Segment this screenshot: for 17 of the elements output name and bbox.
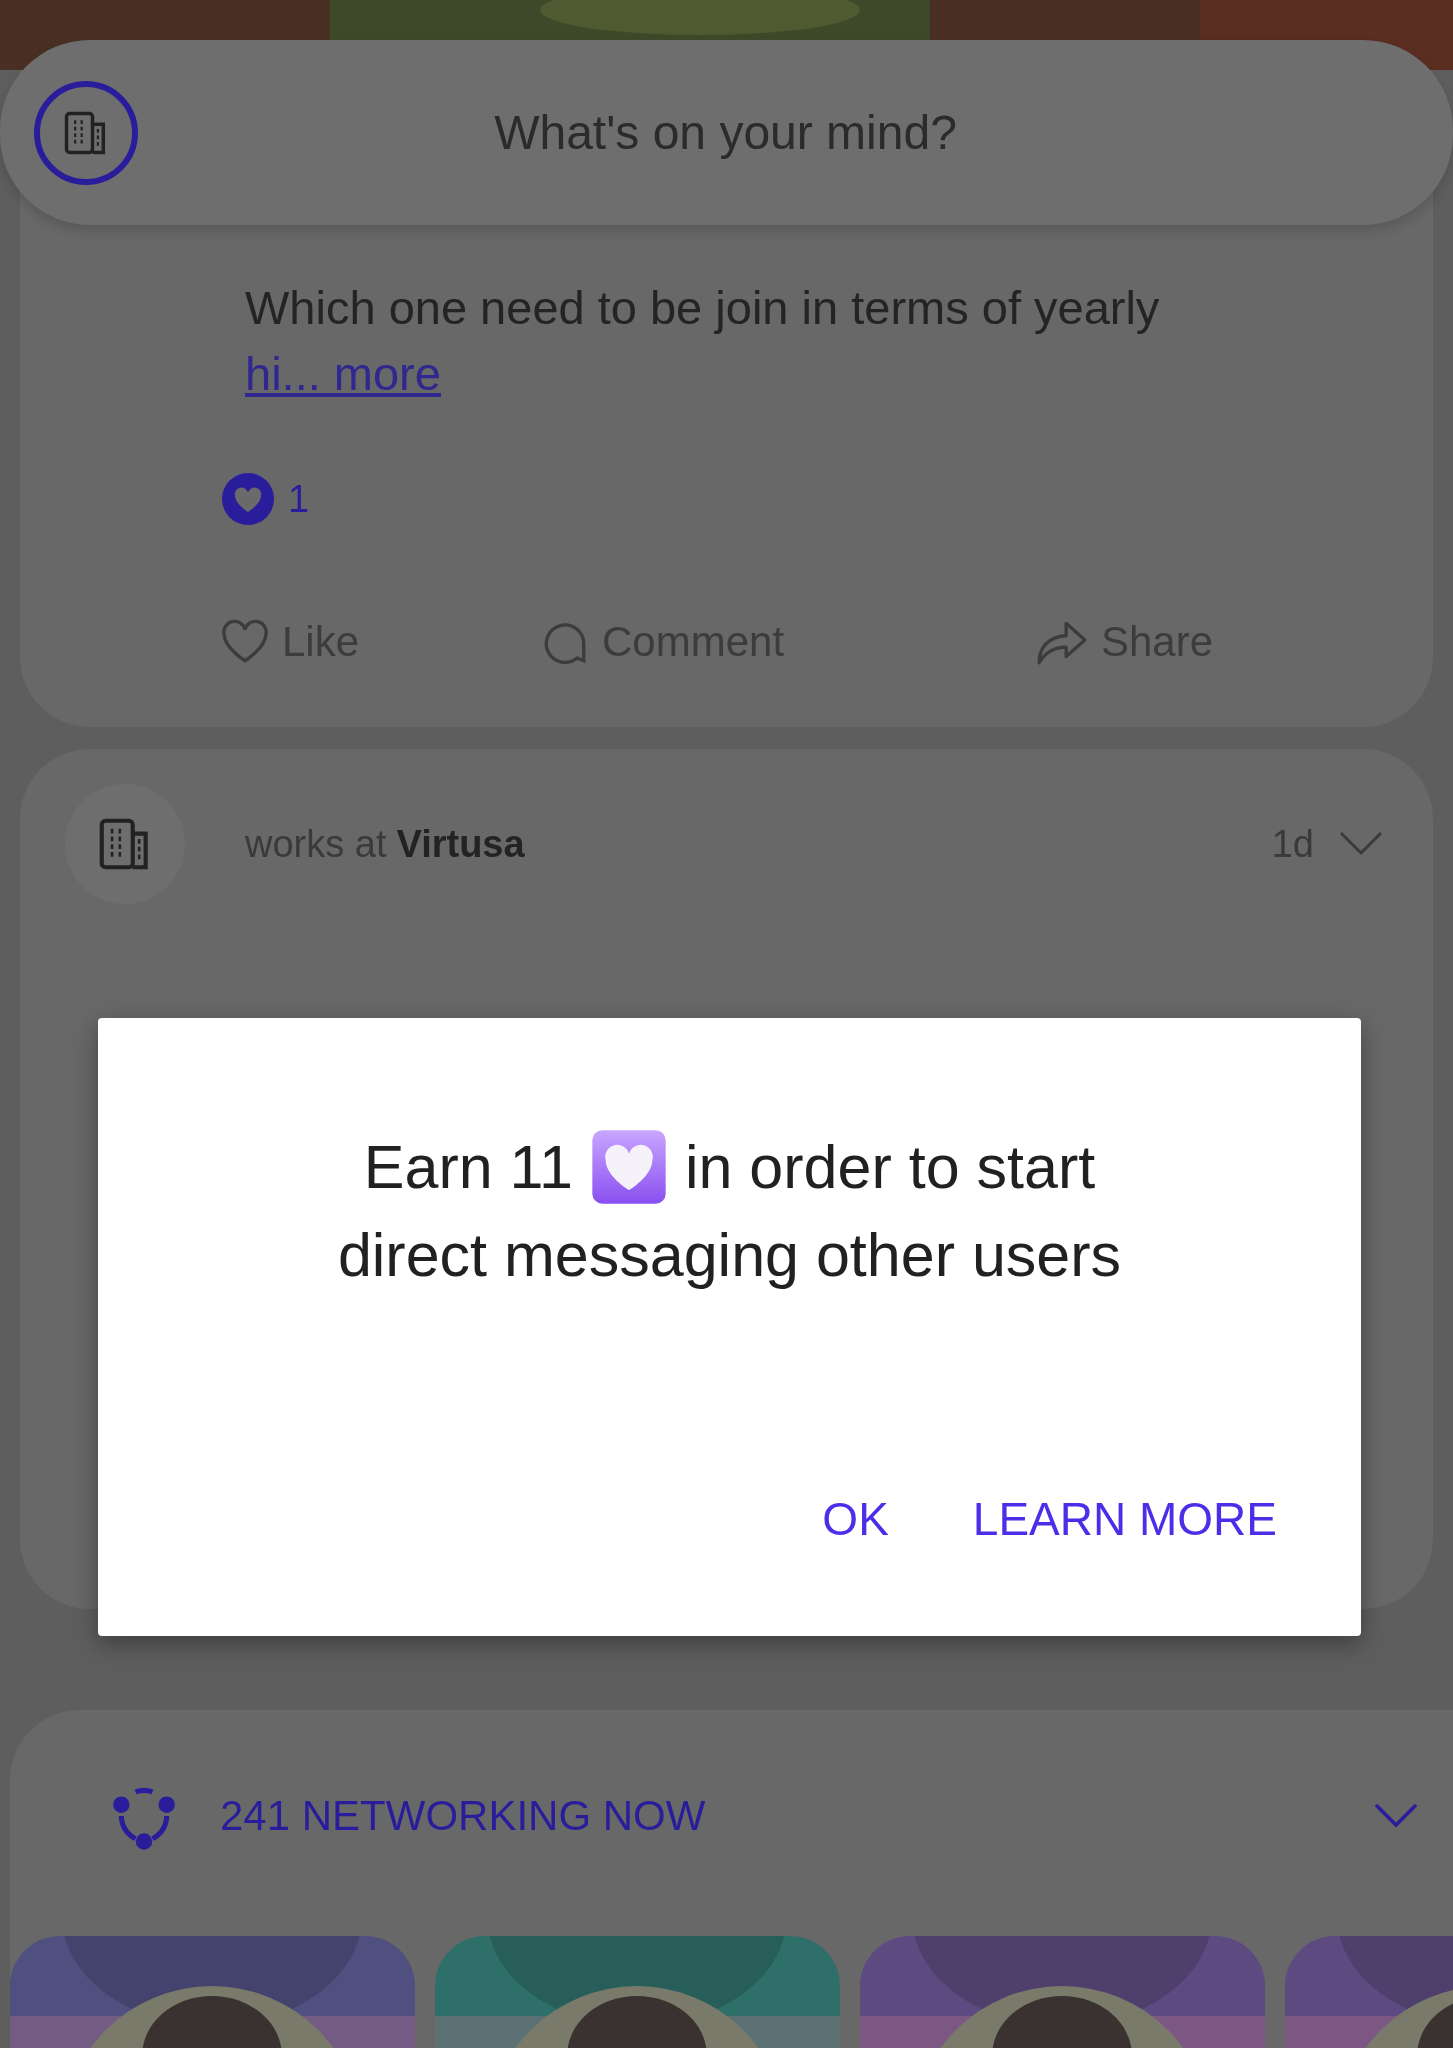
composer-placeholder: What's on your mind? — [493, 105, 958, 160]
heart-icon — [220, 619, 270, 665]
composer-bar[interactable]: What's on your mind? — [0, 40, 1453, 225]
networking-title: 241 NETWORKING NOW — [220, 1792, 706, 1840]
reaction-count: 1 — [288, 477, 310, 521]
share-arrow-icon — [1035, 619, 1089, 665]
dialog-button[interactable]: LEARN MORE — [948, 1482, 1301, 1556]
chevron-down-icon[interactable] — [1339, 831, 1383, 857]
post-text: Which one need to be join in terms of yearly — [244, 280, 1161, 336]
heart-badge-icon — [222, 473, 274, 525]
dialog-message: direct messaging other users — [337, 1220, 1122, 1291]
chevron-down-icon[interactable] — [1374, 1803, 1418, 1829]
dialog-message: Earn 11 — [363, 1132, 573, 1203]
company-name[interactable]: Virtusa — [396, 822, 525, 866]
dialog-message: in order to start — [684, 1132, 1096, 1203]
more-link[interactable]: hi... more — [20, 346, 441, 401]
dialog-button[interactable]: OK — [798, 1482, 913, 1556]
